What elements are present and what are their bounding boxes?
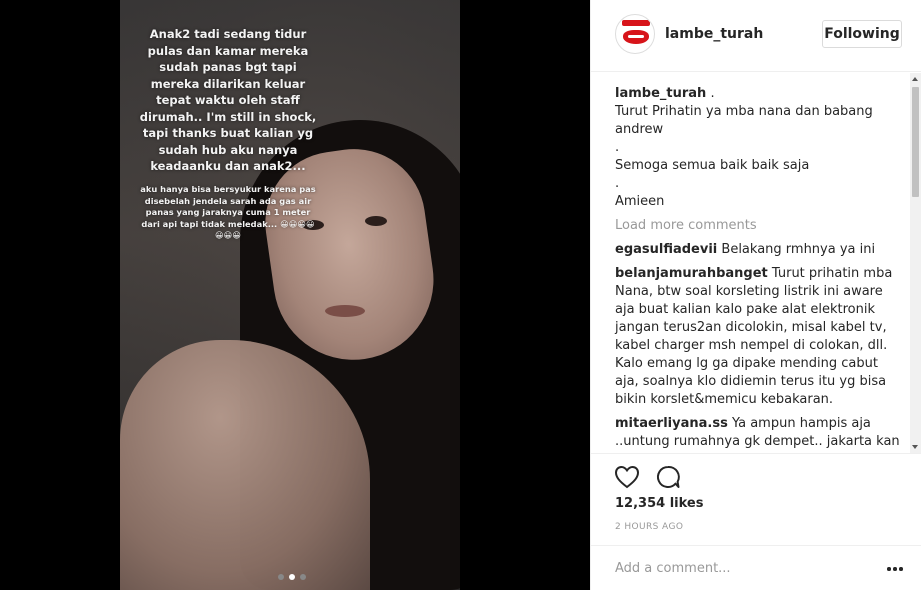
avatar[interactable] [615, 14, 655, 54]
comment-text: Turut prihatin mba Nana, btw soal korsle… [615, 266, 893, 407]
more-options-icon[interactable] [887, 567, 903, 571]
scroll-up-arrow-icon[interactable] [910, 73, 921, 85]
carousel-indicator [278, 574, 306, 580]
carousel-dot[interactable] [278, 574, 284, 580]
avatar-label-icon [622, 20, 650, 26]
caption-line: . [615, 176, 620, 191]
following-button[interactable]: Following [822, 20, 902, 48]
likes-count[interactable]: 12,354 likes [615, 496, 703, 511]
post-timestamp[interactable]: 2 HOURS AGO [615, 522, 683, 532]
comment-username[interactable]: egasulfiadevii [615, 242, 717, 257]
comment-username[interactable]: mitaerliyana.ss [615, 416, 728, 431]
comment-icon[interactable] [654, 463, 682, 491]
post-header: lambe_turah Following [591, 0, 921, 72]
caption-separator: . [710, 86, 715, 101]
scrollbar-thumb[interactable] [912, 87, 919, 197]
comment-username[interactable]: belanjamurahbanget [615, 266, 768, 281]
add-comment-bar: Add a comment... [591, 545, 921, 590]
comment-item: egasulfiadevii Belakang rmhnya ya ini [615, 241, 900, 259]
carousel-dot[interactable] [300, 574, 306, 580]
caption-line: . [615, 140, 620, 155]
comments-scrollbar[interactable] [910, 73, 921, 453]
load-more-comments-link[interactable]: Load more comments [615, 217, 900, 235]
header-username[interactable]: lambe_turah [665, 26, 763, 42]
story-video[interactable]: Anak2 tadi sedang tidur pulas dan kamar … [120, 0, 460, 590]
caption-line: Turut Prihatin ya mba nana dan babang an… [615, 104, 873, 137]
comment-input[interactable]: Add a comment... [615, 561, 731, 576]
story-overlay-subtext: aku hanya bisa bersyukur karena pas dise… [140, 184, 316, 240]
carousel-dot-active[interactable] [289, 574, 295, 580]
comment-item: belanjamurahbanget Turut prihatin mba Na… [615, 265, 900, 409]
post-panel: lambe_turah Following lambe_turah . Turu… [590, 0, 921, 590]
story-overlay-text: Anak2 tadi sedang tidur pulas dan kamar … [139, 27, 317, 173]
scroll-down-arrow-icon[interactable] [910, 441, 921, 453]
media-area: Anak2 tadi sedang tidur pulas dan kamar … [0, 0, 590, 590]
comment-item: mitaerliyana.ss Ya ampun hampis aja ..un… [615, 415, 900, 451]
lips-logo-icon [623, 30, 649, 44]
caption-username[interactable]: lambe_turah [615, 86, 706, 101]
caption: lambe_turah . Turut Prihatin ya mba nana… [615, 85, 900, 211]
comment-text: Belakang rmhnya ya ini [721, 242, 876, 257]
mouth [325, 305, 365, 317]
caption-line: Amieen [615, 194, 665, 209]
post-actions: 12,354 likes 2 HOURS AGO [591, 453, 921, 541]
caption-line: Semoga semua baik baik saja [615, 158, 810, 173]
comments-list[interactable]: lambe_turah . Turut Prihatin ya mba nana… [591, 73, 921, 453]
heart-icon[interactable] [613, 463, 641, 491]
right-eye [365, 216, 387, 226]
